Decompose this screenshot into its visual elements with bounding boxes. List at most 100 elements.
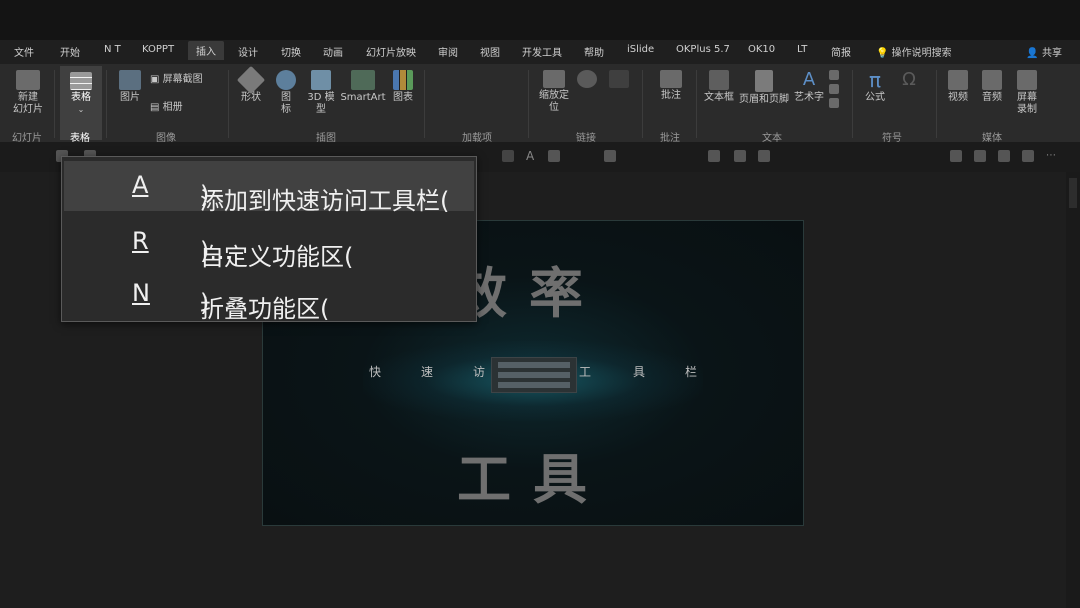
toolbar-icon[interactable] xyxy=(548,150,560,162)
lightbulb-icon: 💡 xyxy=(876,48,889,59)
audio-button[interactable]: 音频 xyxy=(978,70,1006,104)
menu-item-label: 折叠功能区( xyxy=(200,295,330,323)
vertical-scrollbar[interactable] xyxy=(1066,172,1080,608)
table-icon xyxy=(70,72,92,90)
customize-ribbon-item[interactable]: 自定义功能区(R)... xyxy=(64,217,474,271)
subtitle-char: 速 xyxy=(421,365,434,379)
smartart-button[interactable]: SmartArt xyxy=(340,70,386,104)
toolbar-icon[interactable] xyxy=(604,150,616,162)
scrollbar-thumb[interactable] xyxy=(1069,178,1077,208)
menu-item-accelerator: N xyxy=(132,279,150,307)
tab-lt[interactable]: LT xyxy=(797,44,807,55)
collapse-ribbon-item[interactable]: 折叠功能区(N) xyxy=(64,269,474,323)
smartart-icon xyxy=(351,70,375,90)
header-footer-icon xyxy=(755,70,773,92)
person-icon: 👤 xyxy=(1026,48,1039,59)
screen-record-button[interactable]: 屏幕 录制 xyxy=(1012,70,1042,116)
picture-label: 图片 xyxy=(120,92,140,103)
toolbar-icon[interactable] xyxy=(708,150,720,162)
toolbar-icon[interactable] xyxy=(502,150,514,162)
new-slide-button[interactable]: 新建 幻灯片 xyxy=(8,70,48,116)
tab-review[interactable]: 审阅 xyxy=(438,44,458,59)
link-icon xyxy=(577,70,597,88)
pi-icon: π xyxy=(868,68,882,92)
header-footer-label: 页眉和页脚 xyxy=(739,94,789,105)
zoom-button[interactable]: 缩放定 位 xyxy=(536,70,572,114)
picture-icon xyxy=(119,70,141,90)
more-icon[interactable]: ⋯ xyxy=(1046,150,1058,162)
share-button[interactable]: 👤 共享 xyxy=(1026,44,1062,59)
dropdown-arrow-icon: ⌄ xyxy=(77,105,85,114)
subtitle-char: 具 xyxy=(633,365,646,379)
video-icon xyxy=(948,70,968,90)
link-button[interactable] xyxy=(576,70,598,90)
picture-button[interactable]: 图片 xyxy=(114,70,146,104)
tab-transitions[interactable]: 切换 xyxy=(281,44,301,59)
text-color-icon[interactable]: A xyxy=(526,150,538,162)
new-slide-label: 新建 xyxy=(18,92,38,103)
toolbar-icon[interactable] xyxy=(1022,150,1034,162)
audio-label: 音频 xyxy=(982,92,1002,103)
tab-animations[interactable]: 动画 xyxy=(323,44,343,59)
wordart-button[interactable]: A 艺术字 xyxy=(792,70,826,104)
smartart-label: SmartArt xyxy=(340,92,386,103)
tab-home[interactable]: 开始 xyxy=(60,44,80,59)
zoom-icon xyxy=(543,70,565,88)
tab-okplus[interactable]: OKPlus 5.7 xyxy=(676,44,730,55)
textbox-button[interactable]: 文本框 xyxy=(702,70,736,104)
subtitle-char: 访 xyxy=(473,365,486,379)
subtitle-char: 工 xyxy=(579,365,592,379)
tab-slideshow[interactable]: 幻灯片放映 xyxy=(366,44,416,59)
chart-button[interactable]: 图表 xyxy=(390,70,416,104)
equation-label: 公式 xyxy=(865,92,885,103)
icons-label-2: 标 xyxy=(281,104,291,115)
toolbar-icon[interactable] xyxy=(998,150,1010,162)
tab-view[interactable]: 视图 xyxy=(480,44,500,59)
header-footer-button[interactable]: 页眉和页脚 xyxy=(738,70,790,106)
toolbar-icon[interactable] xyxy=(758,150,770,162)
text-extra-buttons[interactable] xyxy=(828,70,840,110)
video-button[interactable]: 视频 xyxy=(944,70,972,104)
new-slide-label-2: 幻灯片 xyxy=(13,104,43,115)
tab-nt[interactable]: N T xyxy=(104,44,121,55)
speaker-icon xyxy=(982,70,1002,90)
title-bar xyxy=(0,0,1080,40)
icons-button[interactable]: 图 标 xyxy=(274,70,298,116)
slide-title-bottom: 工具 xyxy=(457,447,609,511)
toolbar-icon[interactable] xyxy=(734,150,746,162)
menu-item-accelerator: A xyxy=(132,171,149,199)
menu-item-accelerator: R xyxy=(132,227,149,255)
tab-help[interactable]: 帮助 xyxy=(584,44,604,59)
tab-islide[interactable]: iSlide xyxy=(627,44,654,55)
tab-ok10[interactable]: OK10 xyxy=(748,44,775,55)
toolbar-icon[interactable] xyxy=(950,150,962,162)
chart-icon xyxy=(393,70,413,90)
small-icon xyxy=(829,84,839,94)
ribbon-tabs: 文件 开始 N T KOPPT 插入 设计 切换 动画 幻灯片放映 审阅 视图 … xyxy=(0,40,1080,64)
shapes-icon xyxy=(236,65,266,95)
action-button[interactable] xyxy=(608,70,630,90)
album-icon: ▤ xyxy=(150,102,163,113)
screen-record-label: 屏幕 xyxy=(1017,92,1037,103)
tell-me-search[interactable]: 💡 操作说明搜索 xyxy=(876,44,952,59)
comment-button[interactable]: 批注 xyxy=(656,70,686,102)
tab-design[interactable]: 设计 xyxy=(238,44,258,59)
tab-file[interactable]: 文件 xyxy=(14,44,34,59)
wordart-label: 艺术字 xyxy=(794,92,824,103)
add-to-quick-access-toolbar-item[interactable]: 添加到快速访问工具栏(A) xyxy=(64,161,474,215)
share-label: 共享 xyxy=(1042,48,1062,59)
album-button[interactable]: ▤ 相册 xyxy=(150,102,183,114)
equation-button[interactable]: π 公式 xyxy=(860,70,890,104)
3d-model-button[interactable]: 3D 模 型 xyxy=(306,70,336,116)
tab-developer[interactable]: 开发工具 xyxy=(522,44,562,59)
tab-insert[interactable]: 插入 xyxy=(188,41,224,60)
tab-briefing[interactable]: 简报 xyxy=(831,44,851,59)
symbol-button[interactable]: Ω xyxy=(896,70,922,92)
toolbar-icon[interactable] xyxy=(974,150,986,162)
shapes-button[interactable]: 形状 xyxy=(236,65,266,104)
album-label: 相册 xyxy=(162,102,183,113)
group-separator xyxy=(228,70,229,138)
tab-koppt[interactable]: KOPPT xyxy=(142,44,174,55)
textbox-icon xyxy=(709,70,729,90)
screenshot-button[interactable]: ▣ 屏幕截图 xyxy=(150,74,203,86)
